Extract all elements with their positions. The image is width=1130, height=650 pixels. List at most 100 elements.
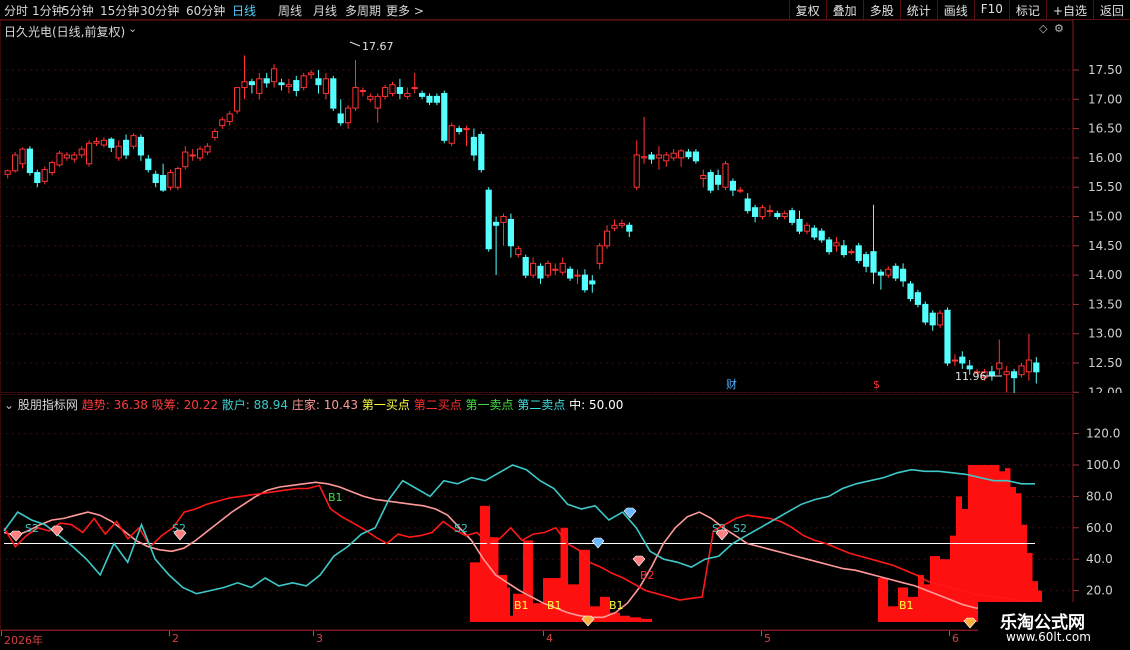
candle-body [49, 162, 56, 174]
candle-body [456, 128, 463, 133]
candle-body [559, 262, 566, 273]
candle-body [293, 80, 300, 92]
indicator-bar [999, 471, 1005, 622]
candle-body [123, 139, 130, 156]
candle-body [759, 207, 766, 218]
candle-body [130, 135, 137, 147]
period-tab-4[interactable]: 30分钟 [140, 2, 179, 19]
candle-body [1011, 371, 1018, 379]
candle-body [922, 303, 929, 323]
candle-body [34, 172, 41, 184]
candle-body [174, 167, 181, 188]
candle-body [826, 239, 833, 253]
candle-body [411, 87, 418, 90]
period-tab-8[interactable]: 月线 [313, 2, 337, 19]
toolbar-button-0[interactable]: 复权 [788, 0, 826, 19]
period-tab-9[interactable]: 多周期 [345, 2, 381, 19]
candle-body [1033, 362, 1040, 373]
period-tab-10[interactable]: 更多 > [386, 2, 424, 19]
candle-body [26, 148, 33, 174]
candle-body [700, 174, 707, 179]
candle-body [234, 87, 241, 112]
diamond-signal-icon [173, 529, 187, 541]
candle-body [160, 174, 167, 191]
signal-label-5: B1 [547, 599, 562, 612]
candle-body [944, 309, 951, 364]
diamond-signal-icon [715, 529, 729, 541]
candle-body [670, 152, 677, 159]
candle-body [145, 158, 152, 171]
toolbar-button-6[interactable]: 标记 [1008, 0, 1046, 19]
toolbar-button-7[interactable]: +自选 [1045, 0, 1093, 19]
candle-body [544, 262, 551, 276]
candle-body [115, 145, 122, 159]
price-tick-5: 15.00 [1088, 210, 1122, 224]
high-price-label: 17.67 [362, 40, 394, 53]
candle-body [448, 125, 455, 144]
period-tab-1[interactable]: 1分钟 [32, 2, 64, 19]
candle-body [433, 95, 440, 103]
indicator-tick-3: 60.0 [1086, 521, 1113, 535]
candle-body [581, 274, 588, 291]
toolbar-button-5[interactable]: F10 [973, 0, 1009, 19]
indicator-bar [630, 617, 641, 622]
candle-body [596, 245, 603, 264]
candle-body [641, 156, 648, 159]
candle-body [803, 224, 810, 232]
toolbar-button-1[interactable]: 叠加 [825, 0, 863, 19]
toolbar: 分时 1分钟 5分钟 15分钟 30分钟 60分钟 日线 周线 月线 多周期 更多 > 复权 叠加 多股… [0, 0, 1130, 20]
toolbar-button-3[interactable]: 统计 [899, 0, 937, 19]
toolbar-button-2[interactable]: 多股 [862, 0, 900, 19]
candle-body [929, 312, 936, 326]
candle-body [752, 207, 759, 218]
candle-body [56, 152, 63, 166]
toolbar-button-8[interactable]: 返回 [1092, 0, 1130, 19]
indicator-bar [878, 578, 888, 622]
indicator-bar [940, 559, 950, 622]
period-tab-7[interactable]: 周线 [278, 2, 302, 19]
candle-body [663, 154, 670, 162]
candle-body [507, 218, 514, 247]
period-tab-3[interactable]: 15分钟 [100, 2, 139, 19]
candle-body [248, 81, 255, 86]
candle-body [996, 362, 1003, 370]
low-price-label: 11.96 [955, 370, 987, 383]
sanhu-line [3, 464, 1035, 595]
period-tab-2[interactable]: 5分钟 [62, 2, 94, 19]
candle-body [589, 280, 596, 285]
indicator-bar [510, 615, 513, 622]
candle-body [211, 131, 218, 138]
period-tab-0[interactable]: 分时 [4, 2, 28, 19]
candle-body [552, 268, 559, 271]
indicator-panel[interactable]: ⌄ 股朋指标网 趋势: 36.38 吸筹: 20.22 散户: 88.94 庄家… [0, 394, 1130, 630]
price-panel[interactable]: 日久光电(日线,前复权) ⌄ ◇ ⚙ 17.50 17.00 16.50 16.00 1… [0, 20, 1130, 393]
candle-body [86, 142, 93, 165]
candle-body [715, 174, 722, 185]
period-tab-6[interactable]: 日线 [232, 2, 256, 19]
candle-body [863, 254, 870, 267]
signal-label-4: B1 [514, 599, 529, 612]
candle-body [315, 78, 322, 86]
signal-label-2: B1 [328, 491, 343, 504]
action-bar: 复权 叠加 多股 统计 画线 F10 标记 +自选 返回 [788, 0, 1130, 19]
candle-body [322, 78, 329, 94]
diamond-signal-icon [50, 525, 64, 537]
candle-body [470, 136, 477, 156]
candle-body [766, 210, 773, 213]
signal-label-7: B2 [640, 569, 655, 582]
date-label-1: 2 [172, 632, 179, 645]
candle-body [419, 92, 426, 97]
candle-body [877, 271, 884, 276]
toolbar-button-4[interactable]: 画线 [936, 0, 974, 19]
candle-body [892, 265, 899, 279]
indicator-tick-5: 20.0 [1086, 584, 1113, 598]
candle-body [796, 218, 803, 232]
period-tab-5[interactable]: 60分钟 [186, 2, 225, 19]
candle-body [41, 169, 48, 182]
signal-label-6: B1 [609, 599, 624, 612]
candle-body [1025, 359, 1032, 373]
indicator-bar [490, 537, 499, 622]
price-tick-2: 16.50 [1088, 122, 1122, 136]
price-tick-3: 16.00 [1088, 151, 1122, 165]
date-label-2: 3 [316, 632, 323, 645]
